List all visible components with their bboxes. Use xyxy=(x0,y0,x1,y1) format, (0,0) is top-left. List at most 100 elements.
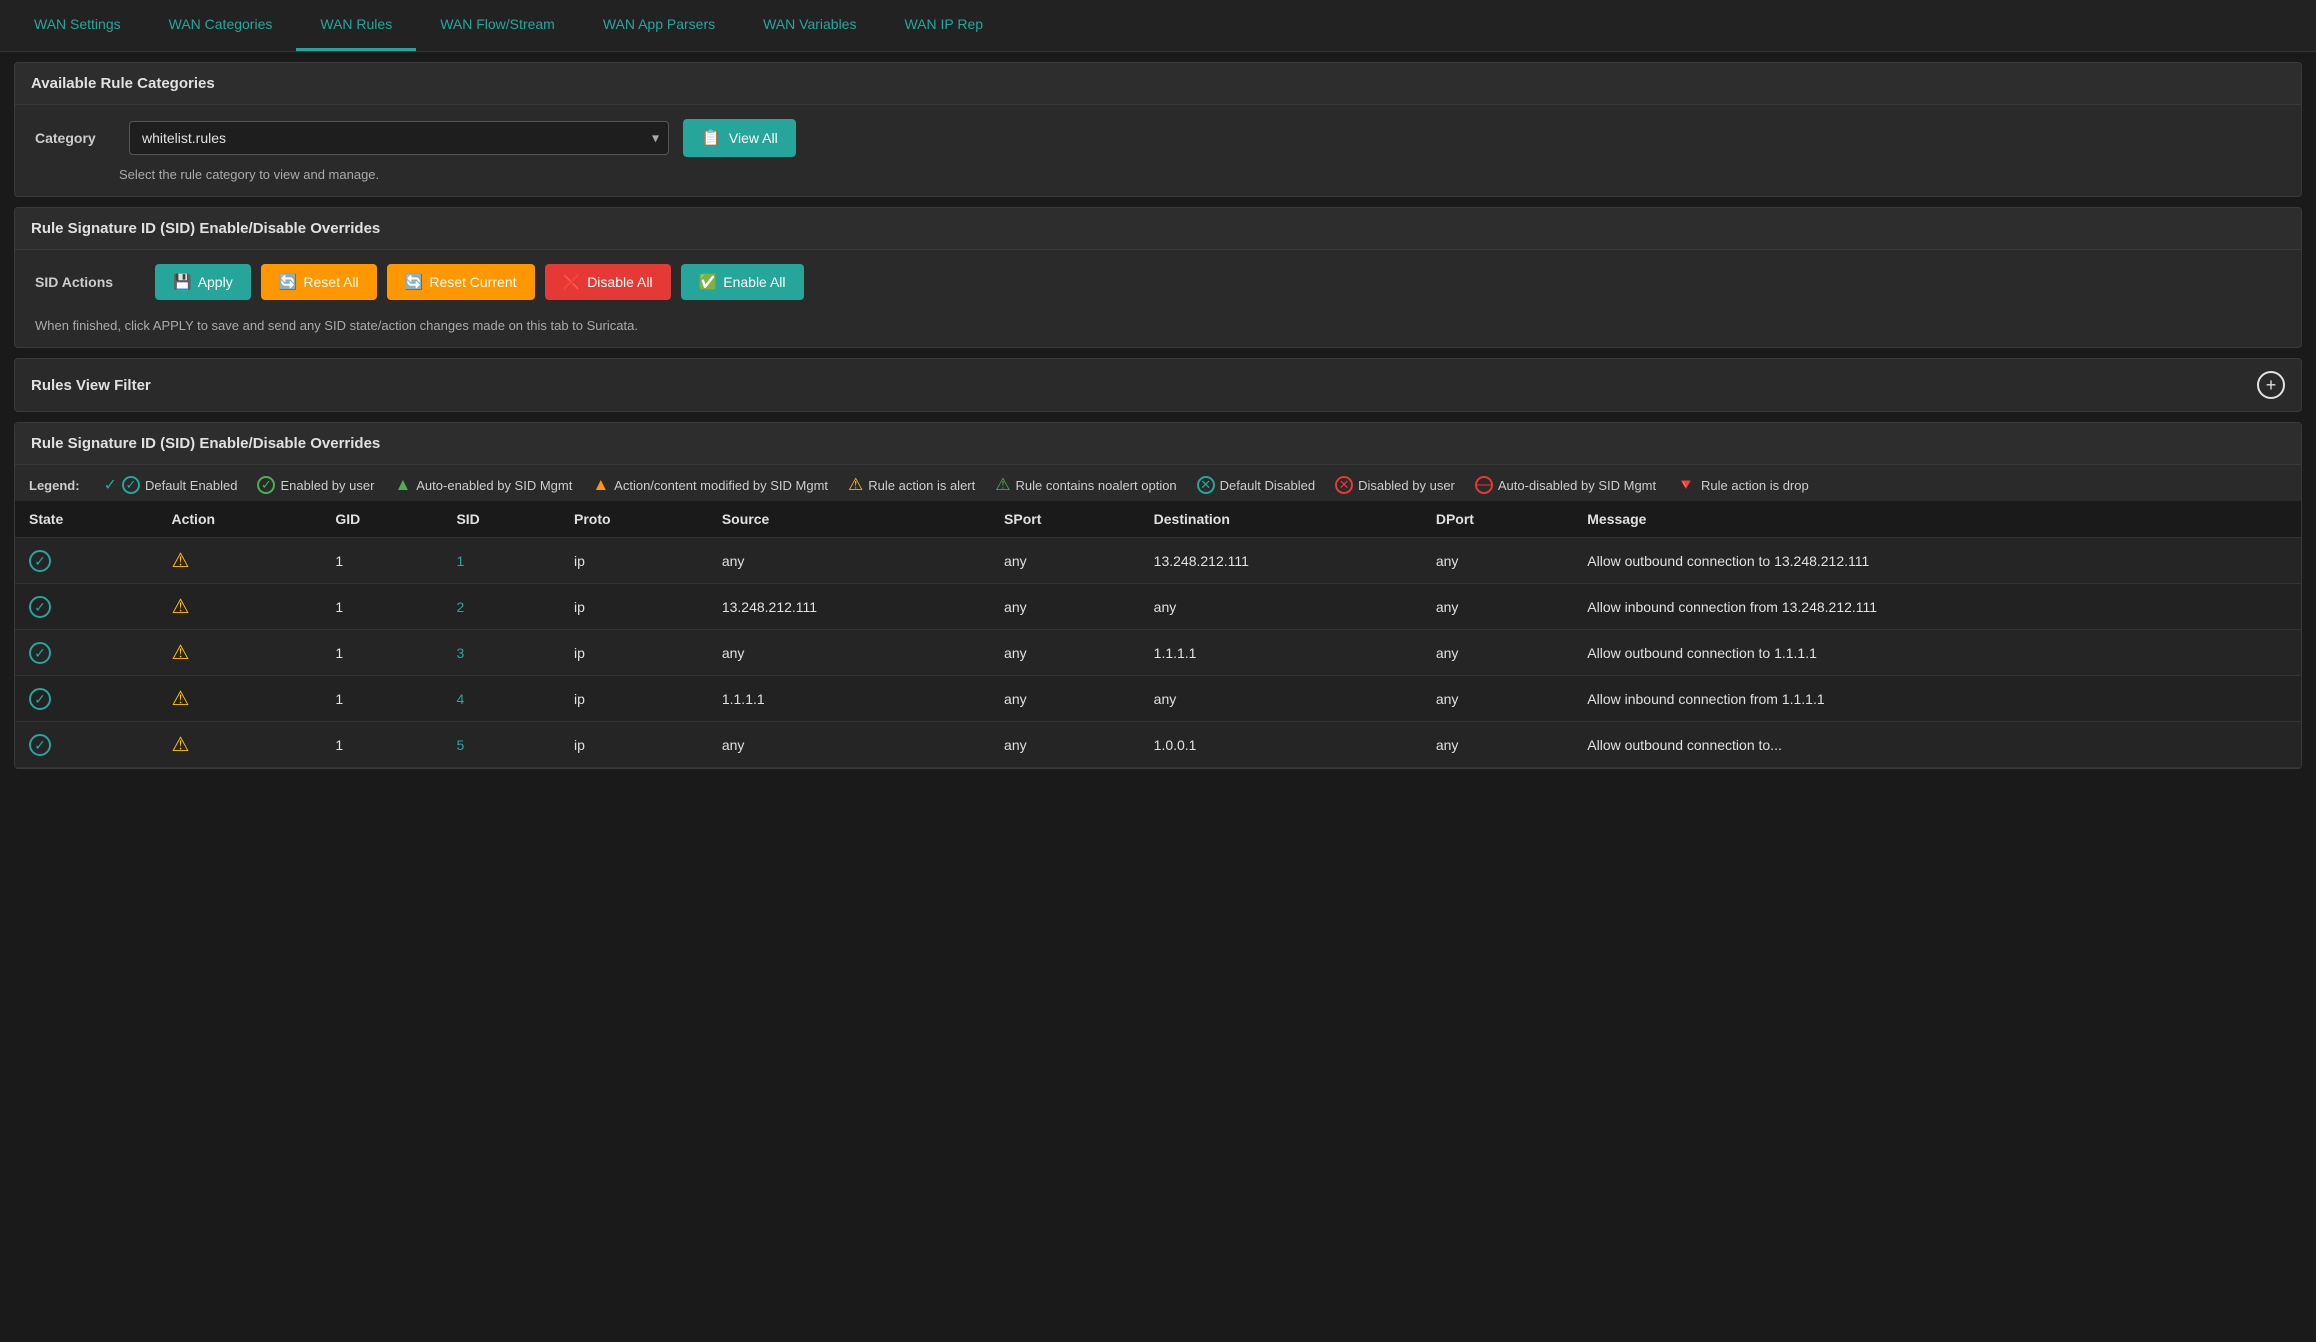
state-icon-enabled[interactable]: ✓ xyxy=(29,642,51,664)
cell-state[interactable]: ✓ xyxy=(15,584,158,630)
reset-all-icon: 🔄 xyxy=(279,273,298,291)
legend-noalert-icon: ⚠ xyxy=(995,475,1010,495)
cell-dport: any xyxy=(1422,630,1573,676)
cell-action[interactable]: ⚠ xyxy=(158,584,322,630)
view-all-button[interactable]: 📋 View All xyxy=(683,119,796,157)
nav-tab-wan-rules[interactable]: WAN Rules xyxy=(296,0,416,51)
col-message: Message xyxy=(1573,501,2301,538)
legend-enabled-by-user: ✓ Enabled by user xyxy=(257,476,374,494)
legend-rule-action-alert: ⚠ Rule action is alert xyxy=(848,475,975,495)
col-proto: Proto xyxy=(560,501,708,538)
legend: Legend: ✓ ✓ Default Enabled ✓ Enabled by… xyxy=(15,465,2301,501)
table-row[interactable]: ✓⚠11ipanyany13.248.212.111anyAllow outbo… xyxy=(15,538,2301,584)
table-row[interactable]: ✓⚠14ip1.1.1.1anyanyanyAllow inbound conn… xyxy=(15,676,2301,722)
cell-dport: any xyxy=(1422,538,1573,584)
sid-link[interactable]: 1 xyxy=(456,553,464,569)
nav-tab-wan-settings[interactable]: WAN Settings xyxy=(10,0,145,51)
add-filter-button[interactable]: + xyxy=(2257,371,2285,399)
cell-gid: 1 xyxy=(321,722,442,768)
cell-state[interactable]: ✓ xyxy=(15,722,158,768)
reset-all-button[interactable]: 🔄 Reset All xyxy=(261,264,377,300)
nav-tab-wan-ip-rep[interactable]: WAN IP Rep xyxy=(880,0,1007,51)
cell-message: Allow inbound connection from 1.1.1.1 xyxy=(1573,676,2301,722)
nav-tab-wan-app-parsers[interactable]: WAN App Parsers xyxy=(579,0,739,51)
state-icon-enabled[interactable]: ✓ xyxy=(29,550,51,572)
cell-dport: any xyxy=(1422,584,1573,630)
col-sid: SID xyxy=(442,501,560,538)
action-icon-alert: ⚠ xyxy=(172,596,190,618)
sid-link[interactable]: 3 xyxy=(456,645,464,661)
cell-destination: 1.0.0.1 xyxy=(1140,722,1422,768)
col-gid: GID xyxy=(321,501,442,538)
sid-hint: When finished, click APPLY to save and s… xyxy=(15,314,2301,347)
legend-auto-disabled-icon: — xyxy=(1475,476,1493,494)
category-select[interactable]: whitelist.rules emerging-threats.rules c… xyxy=(129,121,669,155)
table-row[interactable]: ✓⚠13ipanyany1.1.1.1anyAllow outbound con… xyxy=(15,630,2301,676)
category-label: Category xyxy=(35,130,115,146)
legend-rule-action-drop-icon: 🔻 xyxy=(1676,475,1696,495)
cell-sid[interactable]: 5 xyxy=(442,722,560,768)
table-row[interactable]: ✓⚠12ip13.248.212.111anyanyanyAllow inbou… xyxy=(15,584,2301,630)
reset-current-label: Reset Current xyxy=(429,274,516,290)
legend-noalert: ⚠ Rule contains noalert option xyxy=(995,475,1176,495)
nav-tab-wan-categories[interactable]: WAN Categories xyxy=(145,0,297,51)
legend-action-modified: ▲ Action/content modified by SID Mgmt xyxy=(592,475,828,495)
view-all-label: View All xyxy=(729,130,778,146)
cell-state[interactable]: ✓ xyxy=(15,538,158,584)
cell-state[interactable]: ✓ xyxy=(15,676,158,722)
legend-rule-action-drop: 🔻 Rule action is drop xyxy=(1676,475,1809,495)
table-header-row: State Action GID SID Proto Source SPort … xyxy=(15,501,2301,538)
cell-gid: 1 xyxy=(321,538,442,584)
col-dport: DPort xyxy=(1422,501,1573,538)
legend-disabled-by-user-icon: ✕ xyxy=(1335,476,1353,494)
view-all-icon: 📋 xyxy=(701,128,721,148)
legend-label: Legend: xyxy=(29,478,80,493)
nav-tab-wan-variables[interactable]: WAN Variables xyxy=(739,0,880,51)
legend-default-enabled-icon: ✓ xyxy=(104,475,117,495)
legend-auto-disabled-text: Auto-disabled by SID Mgmt xyxy=(1498,478,1656,493)
rules-table: State Action GID SID Proto Source SPort … xyxy=(15,501,2301,768)
apply-button[interactable]: 💾 Apply xyxy=(155,264,251,300)
col-destination: Destination xyxy=(1140,501,1422,538)
sid-overrides-title: Rule Signature ID (SID) Enable/Disable O… xyxy=(31,220,380,237)
enable-all-label: Enable All xyxy=(723,274,785,290)
sid-actions-row: SID Actions 💾 Apply 🔄 Reset All 🔄 Reset … xyxy=(15,250,2301,314)
cell-sid[interactable]: 3 xyxy=(442,630,560,676)
reset-current-button[interactable]: 🔄 Reset Current xyxy=(387,264,535,300)
cell-gid: 1 xyxy=(321,630,442,676)
cell-state[interactable]: ✓ xyxy=(15,630,158,676)
cell-source: 1.1.1.1 xyxy=(708,676,990,722)
cell-sport: any xyxy=(990,584,1140,630)
cell-action[interactable]: ⚠ xyxy=(158,722,322,768)
reset-current-icon: 🔄 xyxy=(405,273,424,291)
disable-all-button[interactable]: ❌ Disable All xyxy=(545,264,671,300)
cell-sid[interactable]: 2 xyxy=(442,584,560,630)
action-icon-alert: ⚠ xyxy=(172,550,190,572)
legend-default-enabled-text: Default Enabled xyxy=(145,478,238,493)
cell-sid[interactable]: 4 xyxy=(442,676,560,722)
sid-link[interactable]: 5 xyxy=(456,737,464,753)
cell-action[interactable]: ⚠ xyxy=(158,676,322,722)
category-hint: Select the rule category to view and man… xyxy=(15,163,2301,196)
sid-link[interactable]: 4 xyxy=(456,691,464,707)
rules-view-filter-title: Rules View Filter xyxy=(31,377,151,394)
cell-sid[interactable]: 1 xyxy=(442,538,560,584)
sid-link[interactable]: 2 xyxy=(456,599,464,615)
legend-enabled-by-user-icon: ✓ xyxy=(257,476,275,494)
cell-sport: any xyxy=(990,538,1140,584)
cell-sport: any xyxy=(990,630,1140,676)
cell-action[interactable]: ⚠ xyxy=(158,538,322,584)
disable-all-label: Disable All xyxy=(587,274,652,290)
cell-proto: ip xyxy=(560,584,708,630)
state-icon-enabled[interactable]: ✓ xyxy=(29,734,51,756)
table-row[interactable]: ✓⚠15ipanyany1.0.0.1anyAllow outbound con… xyxy=(15,722,2301,768)
nav-tab-wan-flow-stream[interactable]: WAN Flow/Stream xyxy=(416,0,579,51)
cell-proto: ip xyxy=(560,676,708,722)
state-icon-enabled[interactable]: ✓ xyxy=(29,688,51,710)
rules-view-filter-header[interactable]: Rules View Filter + xyxy=(15,359,2301,411)
cell-destination: any xyxy=(1140,676,1422,722)
state-icon-enabled[interactable]: ✓ xyxy=(29,596,51,618)
action-icon-alert: ⚠ xyxy=(172,688,190,710)
enable-all-button[interactable]: ✅ Enable All xyxy=(681,264,804,300)
cell-action[interactable]: ⚠ xyxy=(158,630,322,676)
